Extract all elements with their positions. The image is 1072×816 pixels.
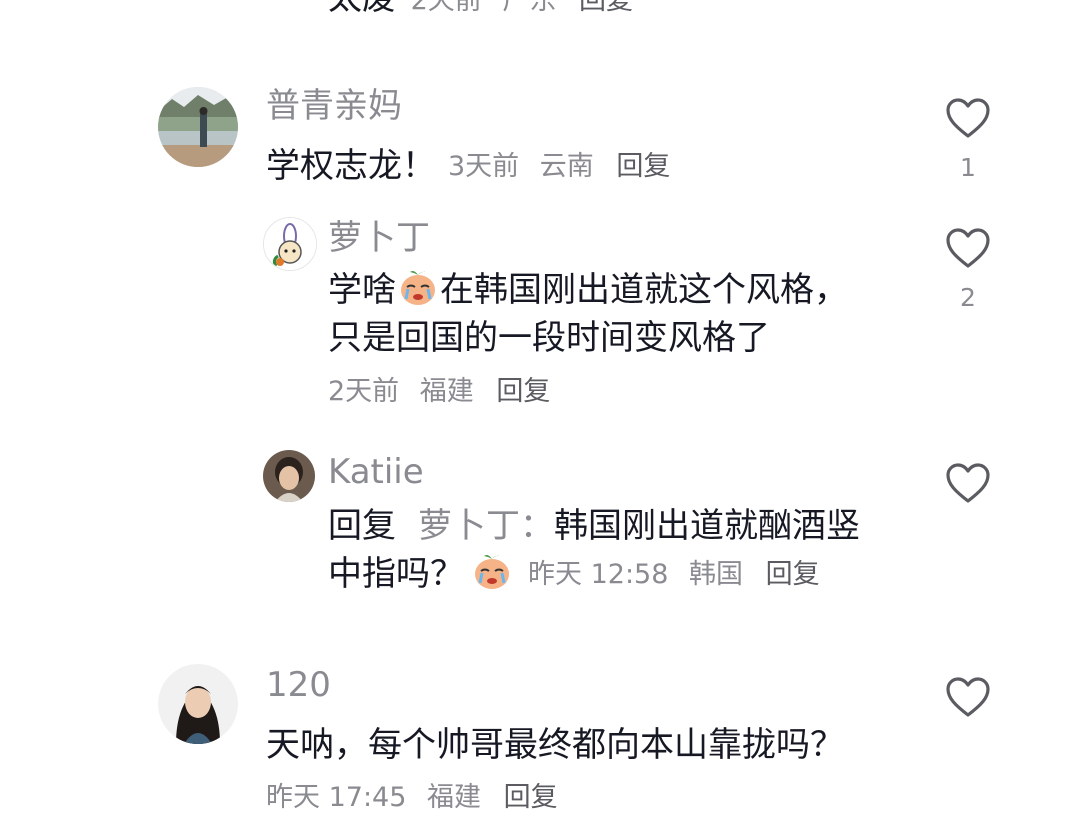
crying-face-emoji xyxy=(475,555,509,589)
reply-button[interactable]: 回复 xyxy=(504,782,558,813)
comment-meta: 昨天 17:45 福建 回复 xyxy=(266,780,558,816)
comment-username[interactable]: 120 xyxy=(266,665,331,705)
partial-time: 2天前 xyxy=(410,0,482,16)
comment-time: 3天前 xyxy=(448,151,520,182)
reply-target-username[interactable]: 萝卜丁： xyxy=(418,506,554,546)
comment-location: 福建 xyxy=(419,376,474,407)
comment-time: 昨天 12:58 xyxy=(528,559,669,590)
crying-face-emoji xyxy=(401,271,435,305)
reply-button[interactable]: 回复 xyxy=(496,376,550,407)
comment-username[interactable]: Katiie xyxy=(328,452,424,492)
avatar-cartoon-image xyxy=(264,218,316,270)
partial-comment-text: 太废 2天前 广东 回复 xyxy=(328,0,633,22)
comment-time: 昨天 17:45 xyxy=(266,782,407,813)
comment-username[interactable]: 普青亲妈 xyxy=(266,86,402,126)
heart-outline-icon[interactable] xyxy=(945,676,991,718)
reply-button[interactable]: 回复 xyxy=(766,559,820,590)
comment-location: 福建 xyxy=(427,782,481,813)
comment-text: 天呐，每个帅哥最终都向本山靠拢吗？ xyxy=(266,725,844,765)
heart-outline-icon[interactable] xyxy=(945,97,991,139)
comment-meta: 昨天 12:58 韩国 回复 xyxy=(528,557,820,593)
avatar[interactable] xyxy=(158,87,238,167)
comment-text-line-2: 只是回国的一段时间变风格了 xyxy=(328,318,770,358)
reply-prefix: 回复 xyxy=(328,506,396,546)
comment-text-line-1: 回复 萝卜丁：韩国刚出道就酗酒竖 xyxy=(328,506,860,546)
avatar-portrait-image xyxy=(263,450,315,502)
avatar-landscape-image xyxy=(158,87,238,167)
avatar[interactable] xyxy=(263,450,315,502)
heart-outline-icon[interactable] xyxy=(945,227,991,269)
heart-outline-icon[interactable] xyxy=(945,462,991,504)
like-count: 1 xyxy=(960,153,976,182)
avatar-portrait-image xyxy=(158,664,238,744)
comment-time: 2天前 xyxy=(328,376,400,407)
comment-meta: 3天前 云南 回复 xyxy=(448,149,670,185)
reply-button[interactable]: 回复 xyxy=(616,151,670,182)
comment-text: 学权志龙！ xyxy=(266,146,436,186)
comment-meta: 2天前 福建 回复 xyxy=(328,374,550,410)
like-count: 2 xyxy=(960,283,976,312)
avatar[interactable] xyxy=(263,217,317,271)
comment-location: 韩国 xyxy=(689,559,743,590)
comment-text-line-1: 学啥 在韩国刚出道就这个风格， xyxy=(328,266,848,314)
partial-reply-button[interactable]: 回复 xyxy=(579,0,633,16)
comment-location: 云南 xyxy=(539,151,594,182)
comment-text-line-2: 中指吗？ xyxy=(328,550,514,598)
avatar[interactable] xyxy=(158,664,238,744)
comment-username[interactable]: 萝卜丁 xyxy=(328,218,430,258)
partial-location: 广东 xyxy=(502,0,557,16)
